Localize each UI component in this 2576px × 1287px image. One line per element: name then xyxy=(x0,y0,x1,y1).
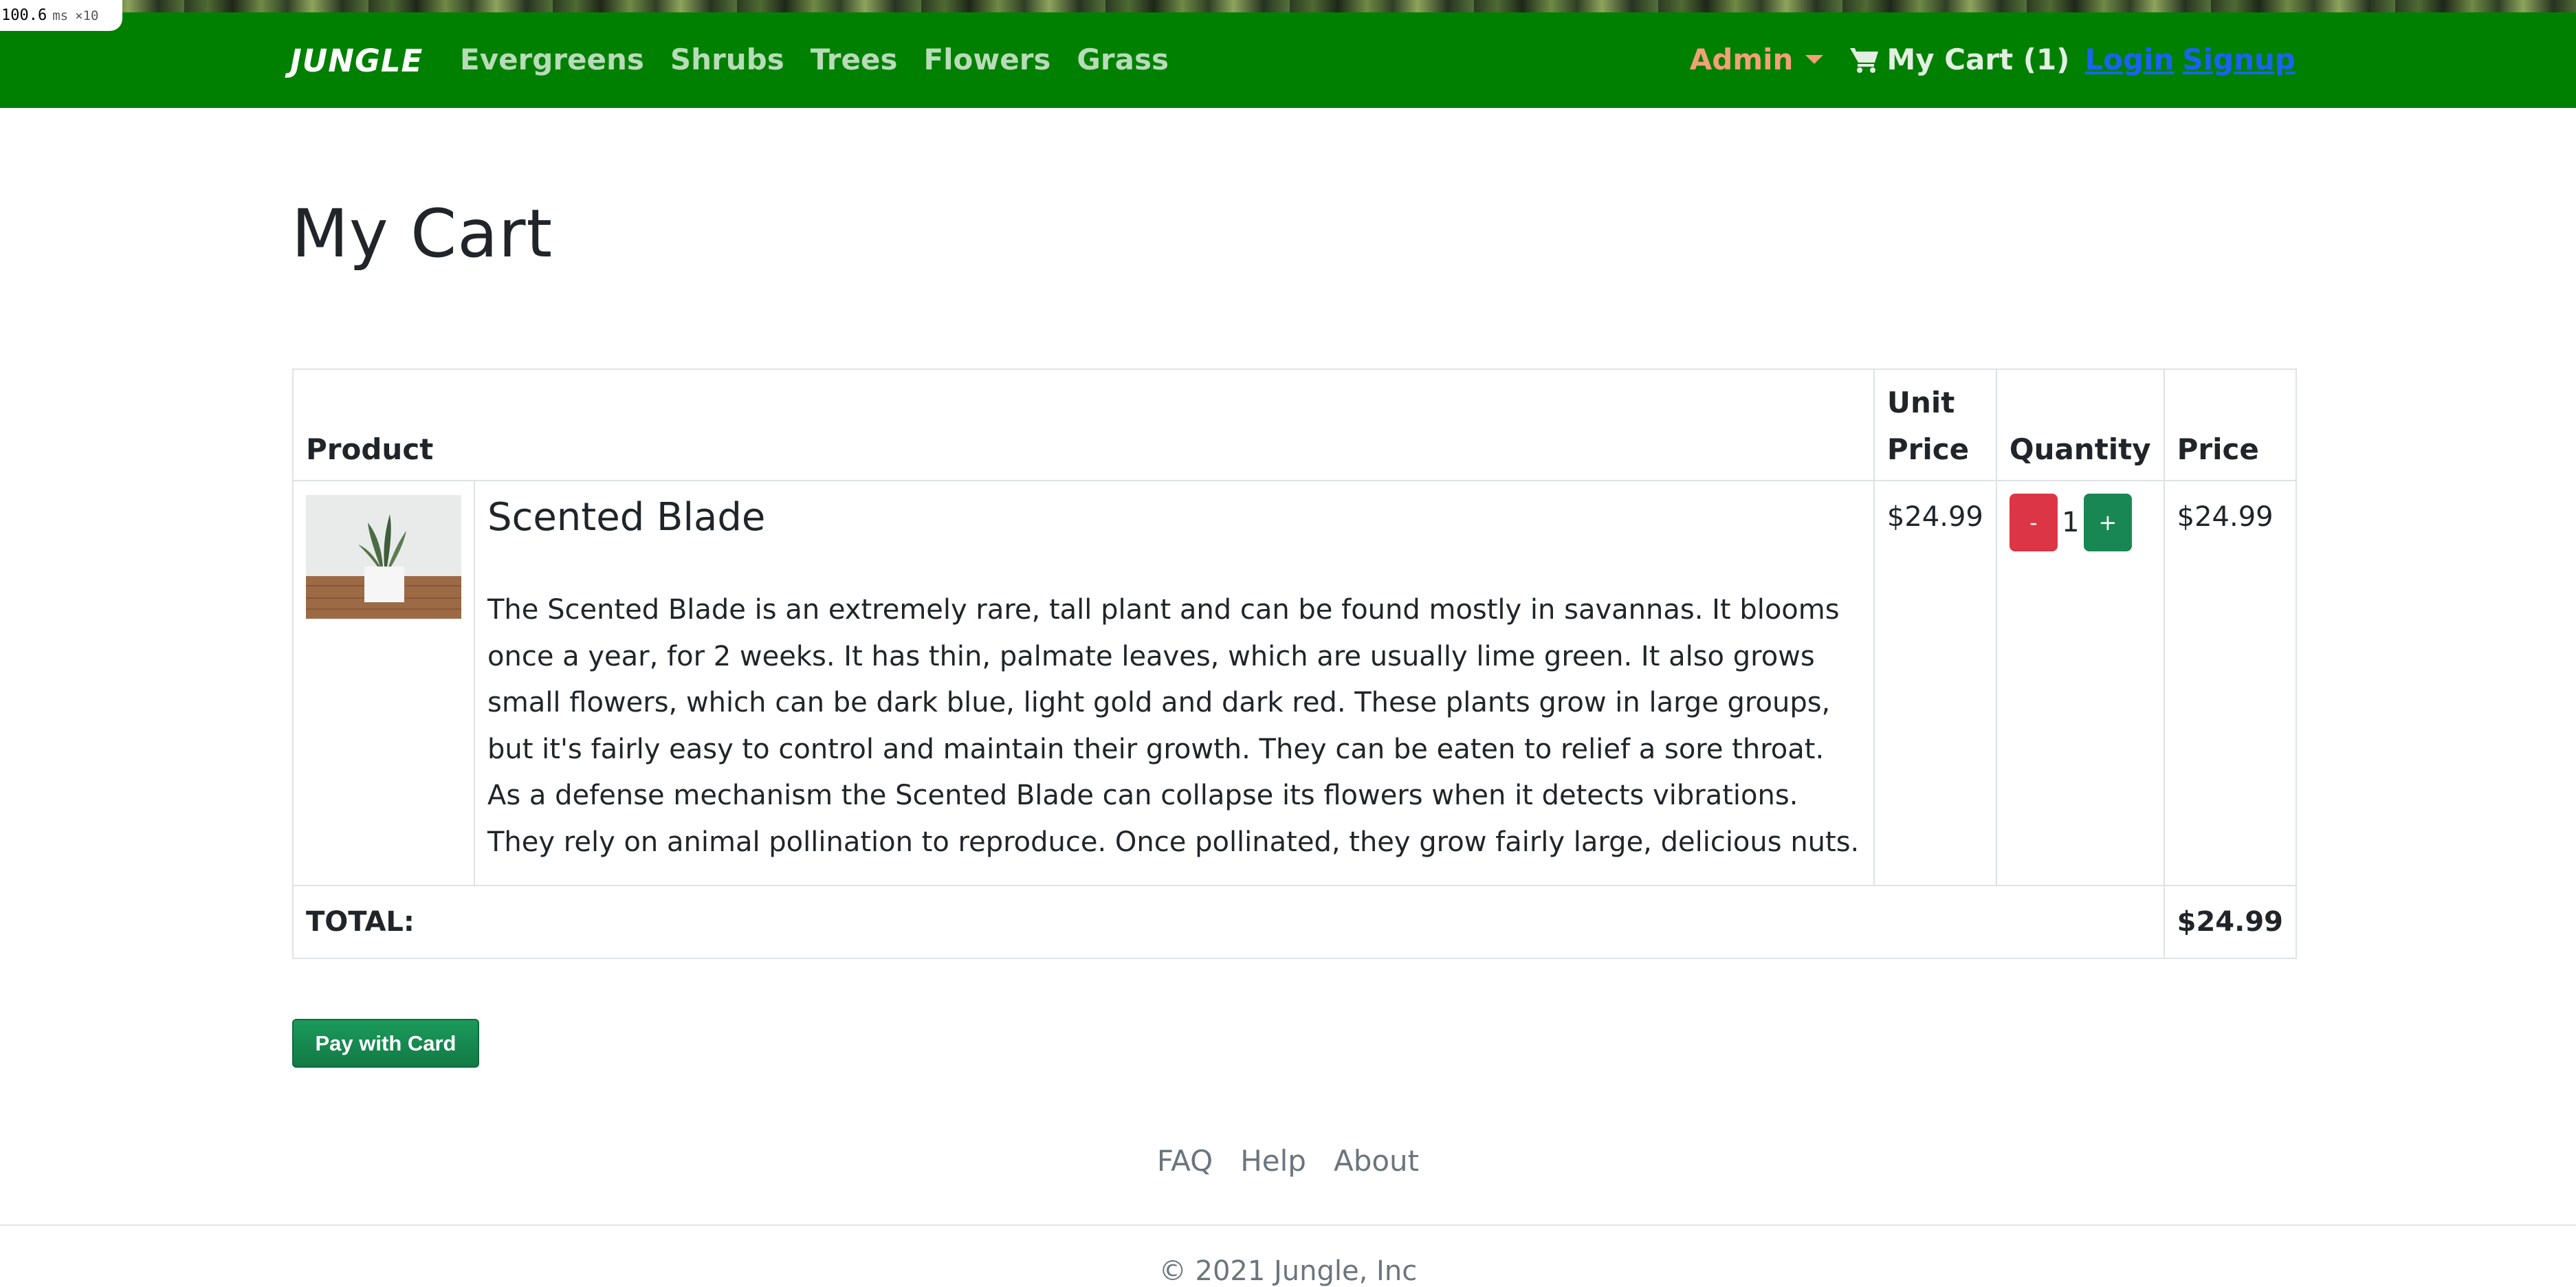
product-image-cell xyxy=(292,480,475,886)
unit-price-cell: $24.99 xyxy=(1873,480,1997,886)
product-column-header: Product xyxy=(292,368,1875,481)
pay-with-card-button[interactable]: Pay with Card xyxy=(292,1019,479,1068)
decrease-quantity-button[interactable]: - xyxy=(2009,494,2058,551)
price-column-header: Price xyxy=(2163,368,2298,481)
admin-label: Admin xyxy=(1689,43,1794,76)
nav-link-shrubs[interactable]: Shrubs xyxy=(670,43,784,76)
quantity-column-header: Quantity xyxy=(1995,368,2165,481)
cart-table: Product Unit Price Quantity Price Scente… xyxy=(292,368,2298,959)
perf-value: 100.6 xyxy=(1,7,47,24)
admin-dropdown-toggle[interactable]: Admin xyxy=(1690,43,1824,76)
shopping-cart-icon xyxy=(1850,47,1879,73)
line-price-cell: $24.99 xyxy=(2163,480,2298,886)
footer-nav: FAQ Help About xyxy=(0,1144,2576,1178)
category-nav: Evergreens Shrubs Trees Flowers Grass xyxy=(460,43,1169,76)
quantity-cell: - 1 + xyxy=(1995,480,2165,886)
top-navbar: JUNGLE Evergreens Shrubs Trees Flowers G… xyxy=(0,12,2576,108)
product-info-cell: Scented Blade The Scented Blade is an ex… xyxy=(474,480,1875,886)
total-row: TOTAL: $24.99 xyxy=(292,885,2298,959)
footer-link-about[interactable]: About xyxy=(1334,1144,1419,1178)
cart-item-row: Scented Blade The Scented Blade is an ex… xyxy=(292,480,2298,886)
header-photo-strip xyxy=(0,0,2576,12)
page-title: My Cart xyxy=(291,195,553,272)
perf-badge: 100.6 ms ×10 xyxy=(0,0,122,31)
quantity-value: 1 xyxy=(2062,507,2080,538)
increase-quantity-button[interactable]: + xyxy=(2083,494,2132,551)
nav-link-flowers[interactable]: Flowers xyxy=(923,43,1050,76)
caret-down-icon xyxy=(1805,55,1824,64)
login-link[interactable]: Login xyxy=(2084,43,2174,76)
perf-multiplier: ×10 xyxy=(75,8,99,23)
product-description: The Scented Blade is an extremely rare, … xyxy=(487,594,1860,858)
footer-link-help[interactable]: Help xyxy=(1240,1144,1306,1178)
footer-link-faq[interactable]: FAQ xyxy=(1157,1144,1213,1178)
brand-logo[interactable]: JUNGLE xyxy=(290,43,423,79)
nav-right-group: Admin My Cart (1) Login Signup xyxy=(1690,43,2296,76)
total-label: TOTAL: xyxy=(292,885,2165,959)
cart-table-header-row: Product Unit Price Quantity Price xyxy=(292,368,2298,481)
my-cart-link[interactable]: My Cart (1) xyxy=(1849,43,2069,76)
total-value: $24.99 xyxy=(2163,885,2298,959)
nav-link-grass[interactable]: Grass xyxy=(1077,43,1169,76)
footer-divider xyxy=(0,1224,2576,1226)
quantity-stepper: - 1 + xyxy=(2009,494,2151,551)
perf-unit: ms xyxy=(52,8,69,23)
copyright-text: © 2021 Jungle, Inc xyxy=(1158,1255,1418,1287)
nav-link-trees[interactable]: Trees xyxy=(811,43,898,76)
unit-price-column-header: Unit Price xyxy=(1873,368,1997,481)
nav-link-evergreens[interactable]: Evergreens xyxy=(460,43,644,76)
signup-link[interactable]: Signup xyxy=(2182,43,2296,76)
my-cart-label: My Cart (1) xyxy=(1886,43,2070,76)
product-thumbnail[interactable] xyxy=(306,495,461,619)
product-name: Scented Blade xyxy=(487,495,766,540)
